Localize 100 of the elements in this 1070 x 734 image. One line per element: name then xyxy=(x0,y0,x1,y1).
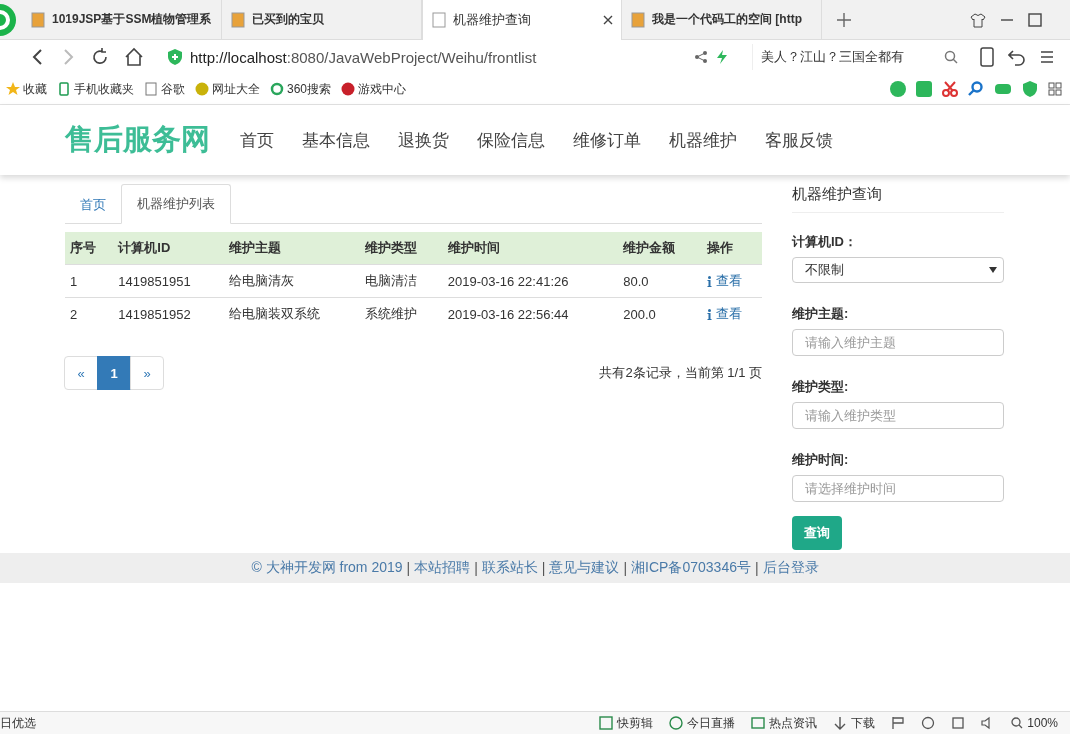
table-cell: 1419851952 xyxy=(118,306,191,322)
date-field[interactable]: 请选择维护时间 xyxy=(792,474,1004,502)
separator: | xyxy=(474,560,478,576)
table-cell: 2 xyxy=(70,306,78,322)
bookmark-item[interactable]: 手机收藏夹 xyxy=(57,80,134,98)
bookmark-item[interactable]: 网址大全 xyxy=(195,80,260,98)
nav-link[interactable]: 首页 xyxy=(240,128,274,152)
status-text[interactable]: 日优选 xyxy=(0,714,36,732)
status-item[interactable]: 下载 xyxy=(833,714,876,732)
field-label: 维护类型: xyxy=(792,377,850,396)
browser-tab[interactable]: 我是一个代码工的空间 [http xyxy=(622,0,822,40)
panel-title: 机器维护查询 xyxy=(792,185,1004,213)
page-icon xyxy=(431,11,447,28)
table-cell: 系统维护 xyxy=(364,306,417,321)
close-icon[interactable] xyxy=(603,14,613,25)
nav-link[interactable]: 维修订单 xyxy=(573,128,641,152)
shield-icon[interactable] xyxy=(1022,81,1038,97)
phone-icon[interactable] xyxy=(980,47,994,67)
copyright-text: © 大神开发网 from 2019 xyxy=(251,559,403,577)
page-icon xyxy=(630,11,646,28)
address-field[interactable]: http://localhost:8080/JavaWebProject/Weihu/frontlist xyxy=(158,44,738,70)
table-cell: 给电脑清灰 xyxy=(228,273,294,288)
maximize-icon[interactable] xyxy=(1028,12,1042,27)
content-tab[interactable]: 机器维护列表 xyxy=(121,184,231,224)
separator: | xyxy=(406,560,411,576)
separator: | xyxy=(623,560,628,576)
field-label: 维护主题: xyxy=(792,304,850,323)
scissors-icon[interactable] xyxy=(942,81,958,97)
page-icon xyxy=(30,11,46,28)
computer-select[interactable]: 不限制 xyxy=(792,257,1004,283)
magnifier-icon[interactable] xyxy=(968,81,984,97)
page-button[interactable]: » xyxy=(130,356,164,390)
zoom-icon xyxy=(1011,717,1024,729)
new-tab-icon[interactable] xyxy=(836,11,852,28)
column-header: 计算机ID xyxy=(113,232,224,265)
flag-icon[interactable] xyxy=(891,716,906,730)
nav-link[interactable]: 客服反馈 xyxy=(765,128,833,152)
window-icon[interactable] xyxy=(951,716,966,730)
zoom-control[interactable]: 100% xyxy=(1011,716,1058,730)
browser-icon[interactable] xyxy=(921,716,936,730)
shield-icon xyxy=(168,49,182,65)
field-label: 维护时间: xyxy=(792,450,850,469)
reload-icon[interactable] xyxy=(90,47,110,67)
footer-link[interactable]: 联系站长 xyxy=(481,559,538,577)
field-label: 计算机ID： xyxy=(792,233,858,251)
search-field[interactable]: 美人？江山？三国全都有 xyxy=(752,44,966,70)
column-header: 维护主题 xyxy=(223,232,360,265)
bookmark-item[interactable]: 360搜索 xyxy=(270,80,332,98)
download-icon xyxy=(833,716,848,730)
home-icon[interactable] xyxy=(124,47,144,67)
footer-link[interactable]: 意见与建议 xyxy=(549,559,620,577)
content-tab[interactable]: 首页 xyxy=(65,186,121,224)
table-cell: 80.0 xyxy=(623,273,649,289)
topic-field[interactable]: 请输入维护主题 xyxy=(792,328,1004,356)
shirt-icon[interactable] xyxy=(970,11,986,28)
table-cell: 电脑清洁 xyxy=(364,273,417,288)
footer-link[interactable]: 湘ICP备0703346号 xyxy=(631,559,751,577)
bookmark-item[interactable]: 收藏 xyxy=(6,80,47,98)
table-cell: 1419851951 xyxy=(118,273,191,289)
bookmark-item[interactable]: 谷歌 xyxy=(144,80,185,98)
status-item[interactable]: 快剪辑 xyxy=(599,714,654,732)
view-link[interactable]: 查看 xyxy=(706,272,742,290)
view-link[interactable]: 查看 xyxy=(706,305,742,323)
column-header: 维护时间 xyxy=(442,232,619,265)
grid-icon[interactable] xyxy=(1048,82,1062,96)
lightning-icon[interactable] xyxy=(716,50,728,64)
column-header: 维护金额 xyxy=(618,232,702,265)
star-icon xyxy=(6,82,20,96)
page-info: 共有2条记录，当前第 1/1 页 xyxy=(599,364,762,382)
type-field[interactable]: 请输入维护类型 xyxy=(792,401,1004,429)
menu-icon[interactable] xyxy=(1040,50,1054,64)
column-header: 维护类型 xyxy=(359,232,443,265)
bookmark-item[interactable]: 游戏中心 xyxy=(341,80,407,98)
table-cell: 给电脑装双系统 xyxy=(228,306,320,321)
undo-icon[interactable] xyxy=(1008,48,1026,66)
search-icon[interactable] xyxy=(944,50,958,64)
info-icon xyxy=(706,275,712,287)
footer-link[interactable]: 本站招聘 xyxy=(414,559,471,577)
caret-icon xyxy=(989,266,997,273)
phone-icon xyxy=(57,82,71,96)
table-cell: 200.0 xyxy=(623,306,656,322)
page-icon xyxy=(144,82,158,96)
page-button[interactable]: 1 xyxy=(97,356,131,390)
browser-tab[interactable]: 机器维护查询 xyxy=(422,0,622,40)
page-icon xyxy=(230,11,246,28)
table-cell: 2019-03-16 22:56:44 xyxy=(447,306,569,322)
nav-link[interactable]: 保险信息 xyxy=(477,128,545,152)
browser-tab[interactable]: 1019JSP基于SSM植物管理系 xyxy=(22,0,222,40)
nav-link[interactable]: 退换货 xyxy=(398,128,449,152)
play-icon xyxy=(669,716,684,730)
status-item[interactable]: 热点资讯 xyxy=(751,714,818,732)
status-item[interactable]: 今日直播 xyxy=(669,714,736,732)
footer-link[interactable]: 后台登录 xyxy=(762,559,819,577)
separator: | xyxy=(541,560,546,576)
share-icon[interactable] xyxy=(694,50,708,64)
info-icon xyxy=(706,308,712,320)
table-cell: 2019-03-16 22:41:26 xyxy=(447,273,569,289)
nav-link[interactable]: 基本信息 xyxy=(302,128,370,152)
nav-link[interactable]: 机器维护 xyxy=(669,128,737,152)
ring-icon xyxy=(270,82,284,96)
